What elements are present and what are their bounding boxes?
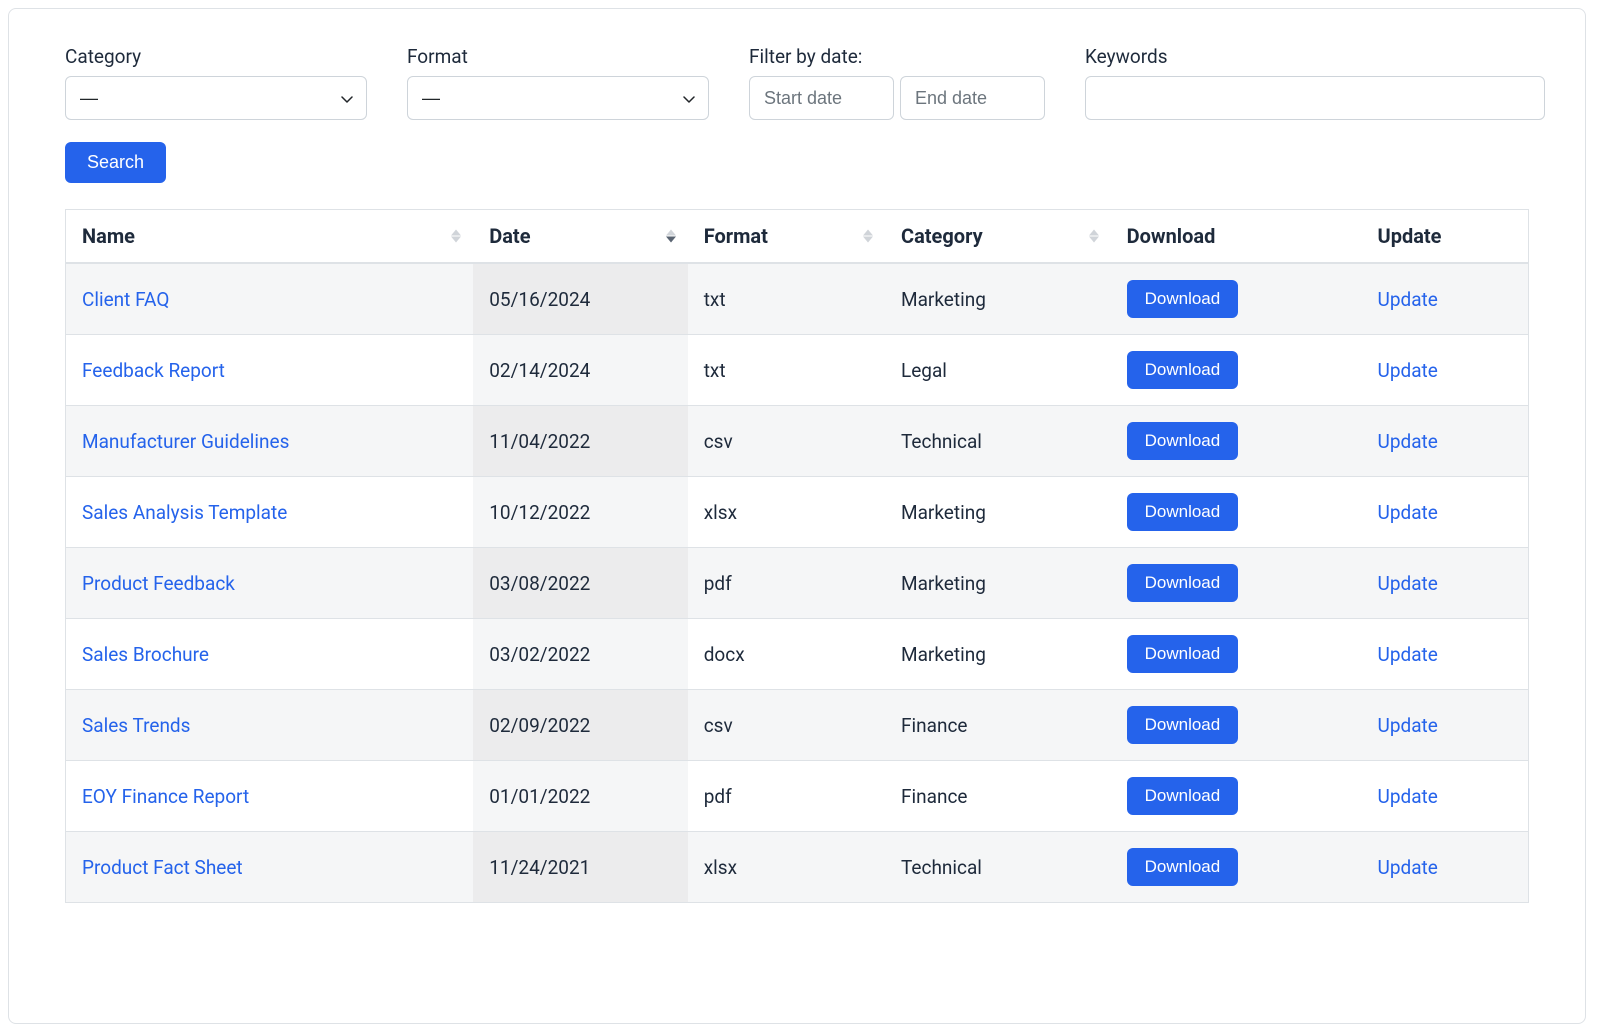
update-link[interactable]: Update (1378, 430, 1438, 453)
document-category: Marketing (885, 548, 1111, 619)
table-row: Product Feedback 03/08/2022pdfMarketing Do… (66, 548, 1529, 619)
end-date-input[interactable] (900, 76, 1045, 120)
document-date: 10/12/2022 (473, 477, 687, 548)
document-date: 02/09/2022 (473, 690, 687, 761)
document-category: Finance (885, 690, 1111, 761)
download-button[interactable]: Download (1127, 706, 1239, 744)
update-link[interactable]: Update (1378, 714, 1438, 737)
document-format: pdf (688, 548, 885, 619)
update-link[interactable]: Update (1378, 501, 1438, 524)
document-category: Marketing (885, 477, 1111, 548)
table-row: Sales Trends 02/09/2022csvFinance Download… (66, 690, 1529, 761)
document-name-link[interactable]: Sales Brochure (82, 643, 209, 666)
date-filter-label: Filter by date: (749, 45, 1045, 68)
download-button[interactable]: Download (1127, 280, 1239, 318)
document-name-link[interactable]: Product Fact Sheet (82, 856, 243, 879)
col-header-name[interactable]: Name (66, 210, 474, 264)
format-filter: Format — (407, 45, 709, 120)
download-button[interactable]: Download (1127, 635, 1239, 673)
document-category: Marketing (885, 619, 1111, 690)
start-date-input[interactable] (749, 76, 894, 120)
col-header-update: Update (1362, 210, 1529, 264)
document-format: csv (688, 690, 885, 761)
keywords-label: Keywords (1085, 45, 1545, 68)
download-button[interactable]: Download (1127, 351, 1239, 389)
table-row: EOY Finance Report 01/01/2022pdfFinance Do… (66, 761, 1529, 832)
download-button[interactable]: Download (1127, 422, 1239, 460)
document-format: xlsx (688, 477, 885, 548)
col-header-name-label: Name (82, 224, 135, 248)
col-header-format-label: Format (704, 224, 768, 248)
document-name-link[interactable]: Sales Trends (82, 714, 190, 737)
document-category: Technical (885, 832, 1111, 903)
date-filter: Filter by date: (749, 45, 1045, 120)
document-format: txt (688, 335, 885, 406)
document-date: 02/14/2024 (473, 335, 687, 406)
update-link[interactable]: Update (1378, 288, 1438, 311)
document-format: docx (688, 619, 885, 690)
format-label: Format (407, 45, 709, 68)
document-format: csv (688, 406, 885, 477)
table-row: Sales Analysis Template 10/12/2022xlsxMar… (66, 477, 1529, 548)
category-filter: Category — (65, 45, 367, 120)
document-name-link[interactable]: Client FAQ (82, 288, 169, 311)
table-row: Feedback Report 02/14/2024txtLegal Downloa… (66, 335, 1529, 406)
document-format: txt (688, 263, 885, 335)
document-name-link[interactable]: Sales Analysis Template (82, 501, 287, 524)
col-header-date-label: Date (489, 224, 530, 248)
update-link[interactable]: Update (1378, 643, 1438, 666)
col-header-format[interactable]: Format (688, 210, 885, 264)
download-button[interactable]: Download (1127, 493, 1239, 531)
search-button[interactable]: Search (65, 142, 166, 183)
table-row: Client FAQ 05/16/2024txtMarketing Download… (66, 263, 1529, 335)
document-category: Legal (885, 335, 1111, 406)
document-date: 05/16/2024 (473, 263, 687, 335)
document-date: 01/01/2022 (473, 761, 687, 832)
keywords-filter: Keywords (1085, 45, 1545, 120)
document-date: 03/02/2022 (473, 619, 687, 690)
download-button[interactable]: Download (1127, 564, 1239, 602)
filter-row: Category — Format — Filt (65, 45, 1529, 120)
document-date: 03/08/2022 (473, 548, 687, 619)
document-category: Marketing (885, 263, 1111, 335)
download-button[interactable]: Download (1127, 848, 1239, 886)
download-button[interactable]: Download (1127, 777, 1239, 815)
document-date: 11/04/2022 (473, 406, 687, 477)
category-select[interactable]: — (65, 76, 367, 120)
search-card: Category — Format — Filt (8, 8, 1586, 1024)
format-select[interactable]: — (407, 76, 709, 120)
sort-desc-icon (666, 230, 676, 243)
document-name-link[interactable]: Product Feedback (82, 572, 235, 595)
document-category: Finance (885, 761, 1111, 832)
col-header-category-label: Category (901, 224, 983, 248)
table-row: Product Fact Sheet 11/24/2021xlsxTechnica… (66, 832, 1529, 903)
results-table: Name Date Format (65, 209, 1529, 903)
col-header-date[interactable]: Date (473, 210, 687, 264)
category-label: Category (65, 45, 367, 68)
document-date: 11/24/2021 (473, 832, 687, 903)
update-link[interactable]: Update (1378, 572, 1438, 595)
update-link[interactable]: Update (1378, 359, 1438, 382)
document-format: xlsx (688, 832, 885, 903)
document-format: pdf (688, 761, 885, 832)
sort-icon (1089, 230, 1099, 243)
document-name-link[interactable]: Feedback Report (82, 359, 225, 382)
col-header-category[interactable]: Category (885, 210, 1111, 264)
update-link[interactable]: Update (1378, 856, 1438, 879)
document-name-link[interactable]: EOY Finance Report (82, 785, 249, 808)
col-header-download: Download (1111, 210, 1362, 264)
document-category: Technical (885, 406, 1111, 477)
keywords-input[interactable] (1085, 76, 1545, 120)
sort-icon (863, 230, 873, 243)
document-name-link[interactable]: Manufacturer Guidelines (82, 430, 289, 453)
table-row: Manufacturer Guidelines 11/04/2022csvTech… (66, 406, 1529, 477)
sort-icon (451, 230, 461, 243)
update-link[interactable]: Update (1378, 785, 1438, 808)
table-row: Sales Brochure 03/02/2022docxMarketing Dow… (66, 619, 1529, 690)
